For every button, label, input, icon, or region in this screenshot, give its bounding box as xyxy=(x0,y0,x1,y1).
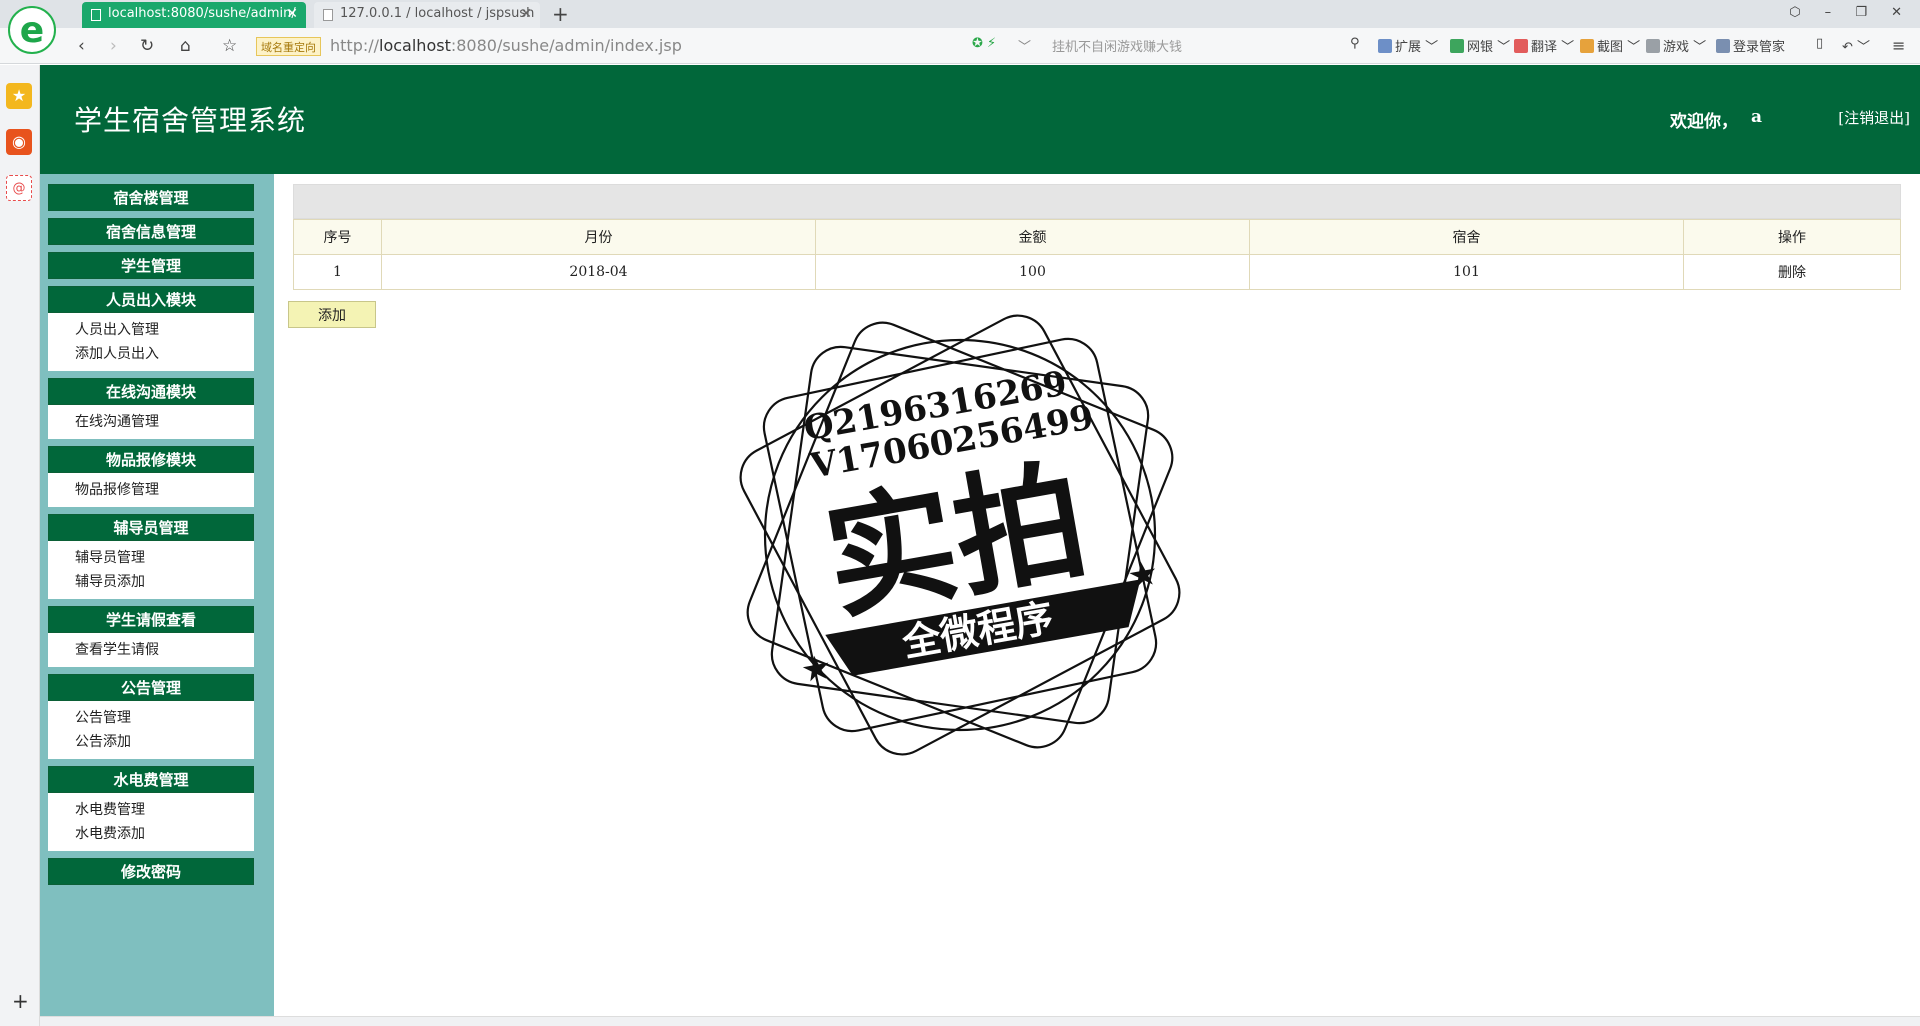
window-controls[interactable]: ⬡ – ❐ ✕ xyxy=(1789,5,1912,20)
sidebar-item-repair-manage[interactable]: 物品报修管理 xyxy=(48,479,254,503)
new-tab-button[interactable]: + xyxy=(552,2,569,26)
sidebar-item-access-manage[interactable]: 人员出入管理 xyxy=(48,319,254,343)
menu-utility-fee[interactable]: 水电费管理 xyxy=(48,766,254,793)
svg-text:★: ★ xyxy=(1124,552,1161,597)
scissors-icon xyxy=(1580,39,1594,53)
menu-chat-module[interactable]: 在线沟通模块 xyxy=(48,378,254,405)
close-tab-icon[interactable]: ✕ xyxy=(520,6,532,22)
email-icon[interactable]: @ xyxy=(6,175,32,201)
sidebar-item-fee-add[interactable]: 水电费添加 xyxy=(48,823,254,847)
menu-access-module[interactable]: 人员出入模块 xyxy=(48,286,254,313)
logout-button[interactable]: [注销退出] xyxy=(1838,107,1910,128)
screenshot-button[interactable]: 截图 ﹀ xyxy=(1580,36,1640,55)
menu-dorm-info[interactable]: 宿舍信息管理 xyxy=(48,218,254,245)
fee-table: 序号 月份 金额 宿舍 操作 1 2018-04 100 101 删除 xyxy=(293,219,1901,290)
browser-tab-bar: localhost:8080/sushe/admin/ ✕ 127.0.0.1 … xyxy=(0,0,1920,28)
submenu-access: 人员出入管理 添加人员出入 xyxy=(48,313,254,371)
col-header-action: 操作 xyxy=(1683,219,1901,255)
submenu-utility-fee: 水电费管理 水电费添加 xyxy=(48,793,254,851)
sidebar-item-leave-view[interactable]: 查看学生请假 xyxy=(48,639,254,663)
login-manager-button[interactable]: 登录管家 xyxy=(1716,36,1785,55)
cell-month: 2018-04 xyxy=(381,254,816,290)
chevron-down-icon[interactable]: ﹀ xyxy=(1018,36,1031,55)
menu-student[interactable]: 学生管理 xyxy=(48,252,254,279)
favorites-star-icon[interactable]: ★ xyxy=(6,83,32,109)
sidebar-item-notice-add[interactable]: 公告添加 xyxy=(48,731,254,755)
sidebar: 宿舍楼管理 宿舍信息管理 学生管理 人员出入模块 人员出入管理 添加人员出入 在… xyxy=(40,174,274,1016)
browser-side-rail: ★ ◉ @ + xyxy=(0,65,40,1026)
extensions-icon xyxy=(1378,39,1392,53)
back-icon[interactable]: ‹ xyxy=(78,36,85,56)
sidebar-item-fee-manage[interactable]: 水电费管理 xyxy=(48,799,254,823)
bookmark-star-icon[interactable]: ☆ xyxy=(222,36,237,56)
browser-tab-active[interactable]: localhost:8080/sushe/admin/ ✕ xyxy=(82,2,306,28)
search-input[interactable]: 挂机不自闲游戏赚大钱 xyxy=(1052,36,1182,55)
address-bar: ‹ › ↻ ⌂ ☆ 域名重定向 http://localhost:8080/su… xyxy=(0,28,1920,64)
sidebar-item-counselor-add[interactable]: 辅导员添加 xyxy=(48,571,254,595)
redirect-badge[interactable]: 域名重定向 xyxy=(256,37,321,56)
reading-mode-icon[interactable]: ▯ xyxy=(1816,36,1823,51)
submenu-repair: 物品报修管理 xyxy=(48,473,254,507)
menu-dorm-building[interactable]: 宿舍楼管理 xyxy=(48,184,254,211)
add-button[interactable]: 添加 xyxy=(288,301,376,328)
table-row: 1 2018-04 100 101 删除 xyxy=(293,254,1901,290)
security-icon[interactable]: ✪ ⚡ xyxy=(972,36,996,51)
games-button[interactable]: 游戏 ﹀ xyxy=(1646,36,1706,55)
submenu-leave: 查看学生请假 xyxy=(48,633,254,667)
col-header-dorm: 宿舍 xyxy=(1249,219,1684,255)
table-header-row: 序号 月份 金额 宿舍 操作 xyxy=(293,219,1901,255)
browser-logo-icon[interactable]: e xyxy=(8,6,56,54)
gamepad-icon xyxy=(1646,39,1660,53)
delete-link[interactable]: 删除 xyxy=(1683,254,1901,290)
menu-notice[interactable]: 公告管理 xyxy=(48,674,254,701)
welcome-text: 欢迎你， xyxy=(1670,112,1738,132)
col-header-amount: 金额 xyxy=(815,219,1250,255)
page-icon xyxy=(91,9,101,21)
sidebar-item-chat-manage[interactable]: 在线沟通管理 xyxy=(48,411,254,435)
cell-amount: 100 xyxy=(815,254,1250,290)
watermark-stamp: Q2196316269 V17060256499 实拍 全微程序 ★ ★ xyxy=(739,314,1181,756)
reload-icon[interactable]: ↻ xyxy=(140,36,154,56)
status-bar xyxy=(40,1016,1920,1026)
key-icon xyxy=(1716,39,1730,53)
page-title: 学生宿舍管理系统 xyxy=(74,104,307,137)
home-icon[interactable]: ⌂ xyxy=(180,36,191,56)
extensions-button[interactable]: 扩展 ﹀ xyxy=(1378,36,1438,55)
cell-index: 1 xyxy=(293,254,382,290)
sidebar-item-notice-manage[interactable]: 公告管理 xyxy=(48,707,254,731)
undo-icon[interactable]: ↶ ﹀ xyxy=(1842,36,1870,55)
menu-icon[interactable]: ≡ xyxy=(1892,36,1905,55)
menu-leave[interactable]: 学生请假查看 xyxy=(48,606,254,633)
submenu-notice: 公告管理 公告添加 xyxy=(48,701,254,759)
sidebar-item-counselor-manage[interactable]: 辅导员管理 xyxy=(48,547,254,571)
submenu-counselor: 辅导员管理 辅导员添加 xyxy=(48,541,254,599)
forward-icon[interactable]: › xyxy=(110,36,117,56)
browser-tab[interactable]: 127.0.0.1 / localhost / jspsush ✕ xyxy=(314,2,540,28)
app-header: 学生宿舍管理系统 欢迎你， a [注销退出] xyxy=(40,65,1920,174)
tab-title: 127.0.0.1 / localhost / jspsush xyxy=(340,6,535,21)
weibo-icon[interactable]: ◉ xyxy=(6,129,32,155)
ebank-icon xyxy=(1450,39,1464,53)
translate-button[interactable]: 翻译 ﹀ xyxy=(1514,36,1574,55)
cell-dorm: 101 xyxy=(1249,254,1684,290)
table-caption-bar xyxy=(293,184,1901,219)
page-icon xyxy=(323,9,333,21)
menu-repair-module[interactable]: 物品报修模块 xyxy=(48,446,254,473)
tab-title: localhost:8080/sushe/admin/ xyxy=(108,6,296,21)
ebank-button[interactable]: 网银 ﹀ xyxy=(1450,36,1510,55)
sidebar-menu: 宿舍楼管理 宿舍信息管理 学生管理 人员出入模块 人员出入管理 添加人员出入 在… xyxy=(48,184,254,892)
col-header-month: 月份 xyxy=(381,219,816,255)
current-username: a xyxy=(1750,107,1762,127)
menu-counselor[interactable]: 辅导员管理 xyxy=(48,514,254,541)
menu-change-password[interactable]: 修改密码 xyxy=(48,858,254,885)
close-tab-icon[interactable]: ✕ xyxy=(286,6,298,22)
add-icon[interactable]: + xyxy=(12,989,29,1013)
translate-icon xyxy=(1514,39,1528,53)
sidebar-item-access-add[interactable]: 添加人员出入 xyxy=(48,343,254,367)
submenu-chat: 在线沟通管理 xyxy=(48,405,254,439)
col-header-index: 序号 xyxy=(293,219,382,255)
url-field[interactable]: http://localhost:8080/sushe/admin/index.… xyxy=(330,36,682,55)
search-icon[interactable]: ⚲ xyxy=(1350,36,1360,51)
